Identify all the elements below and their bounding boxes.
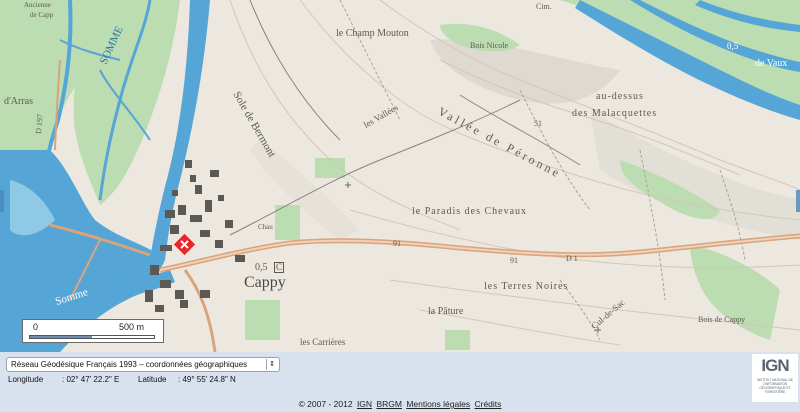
topographic-map[interactable]	[0, 0, 800, 352]
map-viewer[interactable]: le Champ Mouton Bois Nicole Sole de Berm…	[0, 0, 800, 352]
label-road-91b: 91	[510, 256, 518, 265]
label-terres-noires: les Terres Noires	[484, 281, 569, 292]
label-au-dessus: au-dessus	[596, 91, 644, 102]
pan-right-handle[interactable]	[796, 190, 800, 212]
label-carrieres: les Carrières	[300, 337, 346, 347]
ign-logo: IGN INSTITUT NATIONAL DE L'INFORMATION G…	[752, 354, 798, 402]
footer-copyright: © 2007 - 2012	[298, 399, 353, 409]
scale-bar-graphic	[29, 335, 155, 339]
crs-select-value: Réseau Géodésique Français 1993 – coordo…	[11, 360, 248, 369]
pan-left-handle[interactable]	[0, 190, 4, 212]
footer-link-ign[interactable]: IGN	[357, 399, 372, 409]
label-ancienne: Ancienne	[24, 1, 51, 9]
footer-link-credits[interactable]: Crédits	[474, 399, 501, 409]
label-paradis: le Paradis des Chevaux	[412, 206, 528, 217]
label-vaux: de Vaux	[755, 58, 788, 69]
label-road-51: 51	[534, 119, 542, 128]
label-pature: la Pâture	[428, 306, 464, 317]
footer-link-mentions[interactable]: Mentions légales	[406, 399, 470, 409]
ign-logo-subtitle: INSTITUT NATIONAL DE L'INFORMATION GÉOGR…	[756, 378, 794, 394]
label-capp-top: de Capp	[30, 11, 54, 19]
label-elevation-top: 0,5	[727, 41, 739, 51]
label-arras: d'Arras	[4, 96, 34, 107]
longitude-value: : 02° 47' 22.2" E	[62, 375, 120, 384]
crs-select[interactable]: Réseau Géodésique Français 1993 – coordo…	[6, 357, 280, 372]
scale-bar: 0 500 m	[22, 319, 164, 343]
label-cappy: Cappy	[244, 274, 286, 291]
label-cemetery: Cim.	[536, 2, 552, 11]
label-road-91a: 91	[393, 239, 401, 248]
footer-link-brgm[interactable]: BRGM	[376, 399, 402, 409]
longitude-label: Longitude	[8, 375, 44, 384]
latitude-label: Latitude	[138, 375, 167, 384]
chevron-updown-icon[interactable]: ⇕	[266, 359, 277, 370]
label-bois-cappy: Bois de Cappy	[698, 315, 746, 324]
label-cappy-marker: C	[274, 262, 285, 273]
footer: © 2007 - 2012 IGN BRGM Mentions légales …	[0, 399, 800, 409]
label-road-d1: D 1	[566, 254, 578, 263]
label-chateau: Chau	[258, 223, 273, 231]
label-cappy-elevation: 0,5	[255, 262, 268, 273]
latitude-value: : 49° 55' 24.8" N	[178, 375, 236, 384]
ign-logo-title: IGN	[761, 356, 789, 375]
label-malacquettes: des Malacquettes	[572, 108, 658, 119]
scale-zero: 0	[33, 322, 39, 332]
label-bois-nicole: Bois Nicole	[470, 41, 508, 50]
scale-distance: 500 m	[119, 322, 145, 332]
label-champ-mouton: le Champ Mouton	[336, 28, 409, 39]
